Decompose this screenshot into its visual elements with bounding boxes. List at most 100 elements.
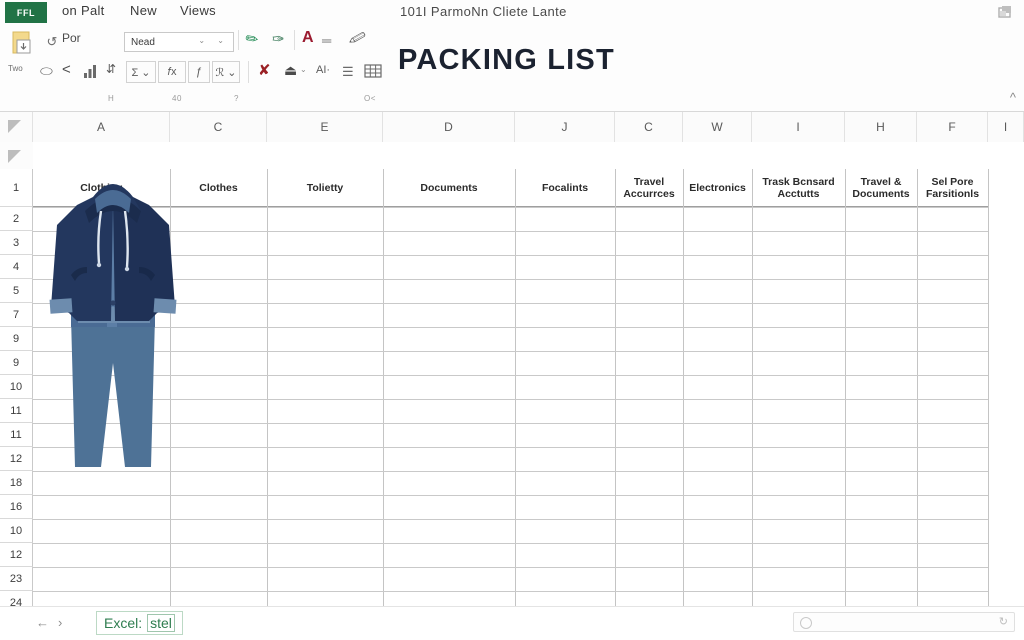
- undo-label[interactable]: Por: [62, 32, 81, 44]
- chevron-down-icon[interactable]: ⌄ ⌄: [198, 36, 229, 45]
- row-header-8[interactable]: 10: [0, 375, 33, 399]
- header-cell-5[interactable]: Travel Accurrces: [615, 169, 683, 207]
- corner-marker: [0, 142, 33, 169]
- row-header-9[interactable]: 11: [0, 399, 33, 423]
- ribbon-tab-0[interactable]: on Palt: [62, 3, 105, 18]
- column-header-3[interactable]: D: [383, 112, 515, 142]
- fill-color-icon[interactable]: ⏏: [284, 63, 297, 77]
- chevron-up-icon[interactable]: ^: [1010, 90, 1016, 105]
- resize-icon[interactable]: ↻: [999, 615, 1008, 628]
- row-header-2[interactable]: 3: [0, 231, 33, 255]
- column-header-8[interactable]: H: [845, 112, 917, 142]
- row-header-12[interactable]: 18: [0, 471, 33, 495]
- oval-shape-icon[interactable]: ⬭: [40, 64, 53, 79]
- column-header-9[interactable]: F: [917, 112, 988, 142]
- ribbon: FFL on Palt New Views ^ ↺ Por ✎ ✑ A ═ 🖉: [0, 0, 1024, 112]
- column-header-1[interactable]: C: [170, 112, 267, 142]
- bar-chart-icon[interactable]: [82, 63, 98, 79]
- table-format-icon[interactable]: [364, 63, 382, 79]
- font-name-box[interactable]: Nead ⌄ ⌄: [124, 32, 234, 52]
- highlighter-icon[interactable]: ✎: [242, 29, 262, 50]
- autosum-icon[interactable]: ℛ ⌄: [212, 61, 240, 83]
- column-header-7[interactable]: I: [752, 112, 845, 142]
- row-header-4[interactable]: 5: [0, 279, 33, 303]
- spreadsheet-grid: ACEDJCWIHFI 1 2 3 4 5 7 9 9 10 11 11 12 18 16 10 12 23 24…: [0, 112, 1024, 640]
- share-window-icon[interactable]: [996, 5, 1014, 21]
- file-tab[interactable]: FFL: [5, 2, 47, 23]
- less-than-icon[interactable]: <: [62, 62, 71, 77]
- chevron-down-icon-fill[interactable]: ⌄: [300, 66, 307, 74]
- ribbon-tab-1[interactable]: New: [130, 3, 157, 18]
- grid-row-rule: [33, 519, 988, 520]
- row-header-13[interactable]: 16: [0, 495, 33, 519]
- horizontal-scrollbar[interactable]: ↻: [793, 612, 1015, 632]
- header-cell-4[interactable]: Focalints: [515, 169, 615, 207]
- spacer-row: [33, 142, 1024, 169]
- row-header-6[interactable]: 9: [0, 327, 33, 351]
- next-sheet-arrow[interactable]: ›: [58, 615, 62, 630]
- row-header-0[interactable]: 1: [0, 169, 33, 207]
- grid-column-rule: [683, 169, 684, 606]
- grid-column-rule: [845, 169, 846, 606]
- hoodie-and-pants-illustration: [49, 184, 177, 467]
- grid-column-rule: [917, 169, 918, 606]
- ribbon-group-label-0: H: [108, 94, 115, 103]
- toolbar-separator-3: [248, 61, 249, 83]
- row-header-15[interactable]: 12: [0, 543, 33, 567]
- text-type-icon[interactable]: Two: [8, 65, 23, 73]
- sum-icon[interactable]: Σ ⌄: [126, 61, 156, 83]
- row-header-14[interactable]: 10: [0, 519, 33, 543]
- column-header-5[interactable]: C: [615, 112, 683, 142]
- header-cell-9[interactable]: Sel Pore Farsitionls: [917, 169, 988, 207]
- function-icon[interactable]: 𝑓x: [158, 61, 186, 83]
- header-cell-8[interactable]: Travel & Documents: [845, 169, 917, 207]
- column-header-2[interactable]: E: [267, 112, 383, 142]
- header-cell-6[interactable]: Electronics: [683, 169, 752, 207]
- header-cell-3[interactable]: Documents: [383, 169, 515, 207]
- font-name-value: Nead: [131, 36, 155, 48]
- cut-icon[interactable]: ✘: [258, 63, 271, 78]
- select-all-corner[interactable]: [0, 112, 33, 142]
- undo-icon[interactable]: ↺: [44, 33, 60, 49]
- grid-column-rule: [267, 169, 268, 606]
- excel-window: FFL on Palt New Views ^ ↺ Por ✎ ✑ A ═ 🖉: [0, 0, 1024, 640]
- row-header-7[interactable]: 9: [0, 351, 33, 375]
- column-header-0[interactable]: A: [33, 112, 170, 142]
- row-header-11[interactable]: 12: [0, 447, 33, 471]
- row-header-3[interactable]: 4: [0, 255, 33, 279]
- filter-fx-icon[interactable]: ƒ: [188, 61, 210, 83]
- header-cell-2[interactable]: Tolietty: [267, 169, 383, 207]
- row-header-5[interactable]: 7: [0, 303, 33, 327]
- pen-icon[interactable]: ✑: [272, 32, 285, 47]
- grid-column-rule: [515, 169, 516, 606]
- header-cell-7[interactable]: Trask Bcnsard Acctutts: [752, 169, 845, 207]
- sort-icon[interactable]: ⇵: [106, 63, 116, 75]
- ribbon-tab-2[interactable]: Views: [180, 3, 216, 18]
- sheet-tab-name[interactable]: stel: [147, 614, 175, 632]
- ribbon-group-label-2: ?: [234, 94, 239, 103]
- column-header-4[interactable]: J: [515, 112, 615, 142]
- document-kicker: 101I ParmoNn Cliete Lante: [400, 4, 567, 19]
- align-icon[interactable]: ═: [322, 34, 331, 47]
- column-header-10[interactable]: I: [988, 112, 1024, 142]
- page-title: PACKING LIST: [398, 44, 615, 76]
- grid-row-rule: [33, 567, 988, 568]
- row-header-10[interactable]: 11: [0, 423, 33, 447]
- sheet-tab[interactable]: Excel: stel: [96, 611, 183, 635]
- row-header-16[interactable]: 23: [0, 567, 33, 591]
- scrollbar-thumb[interactable]: [800, 617, 812, 629]
- format-painter-icon[interactable]: 🖉: [348, 28, 367, 47]
- auto-format-icon[interactable]: AI·: [316, 65, 330, 76]
- row-header-1[interactable]: 2: [0, 207, 33, 231]
- font-color-A-icon[interactable]: A: [302, 30, 314, 46]
- ribbon-group-label-3: O<: [364, 94, 376, 103]
- grid-row-rule: [33, 591, 988, 592]
- grid-column-rule: [615, 169, 616, 606]
- toolbar-separator-2: [294, 30, 295, 50]
- ribbon-group-label-1: 40: [172, 94, 182, 103]
- toolbar-separator-1: [238, 30, 239, 50]
- filter-icon[interactable]: ☰: [342, 65, 354, 78]
- column-header-6[interactable]: W: [683, 112, 752, 142]
- prev-sheet-arrow[interactable]: ←: [36, 615, 49, 630]
- grid-row-rule: [33, 495, 988, 496]
